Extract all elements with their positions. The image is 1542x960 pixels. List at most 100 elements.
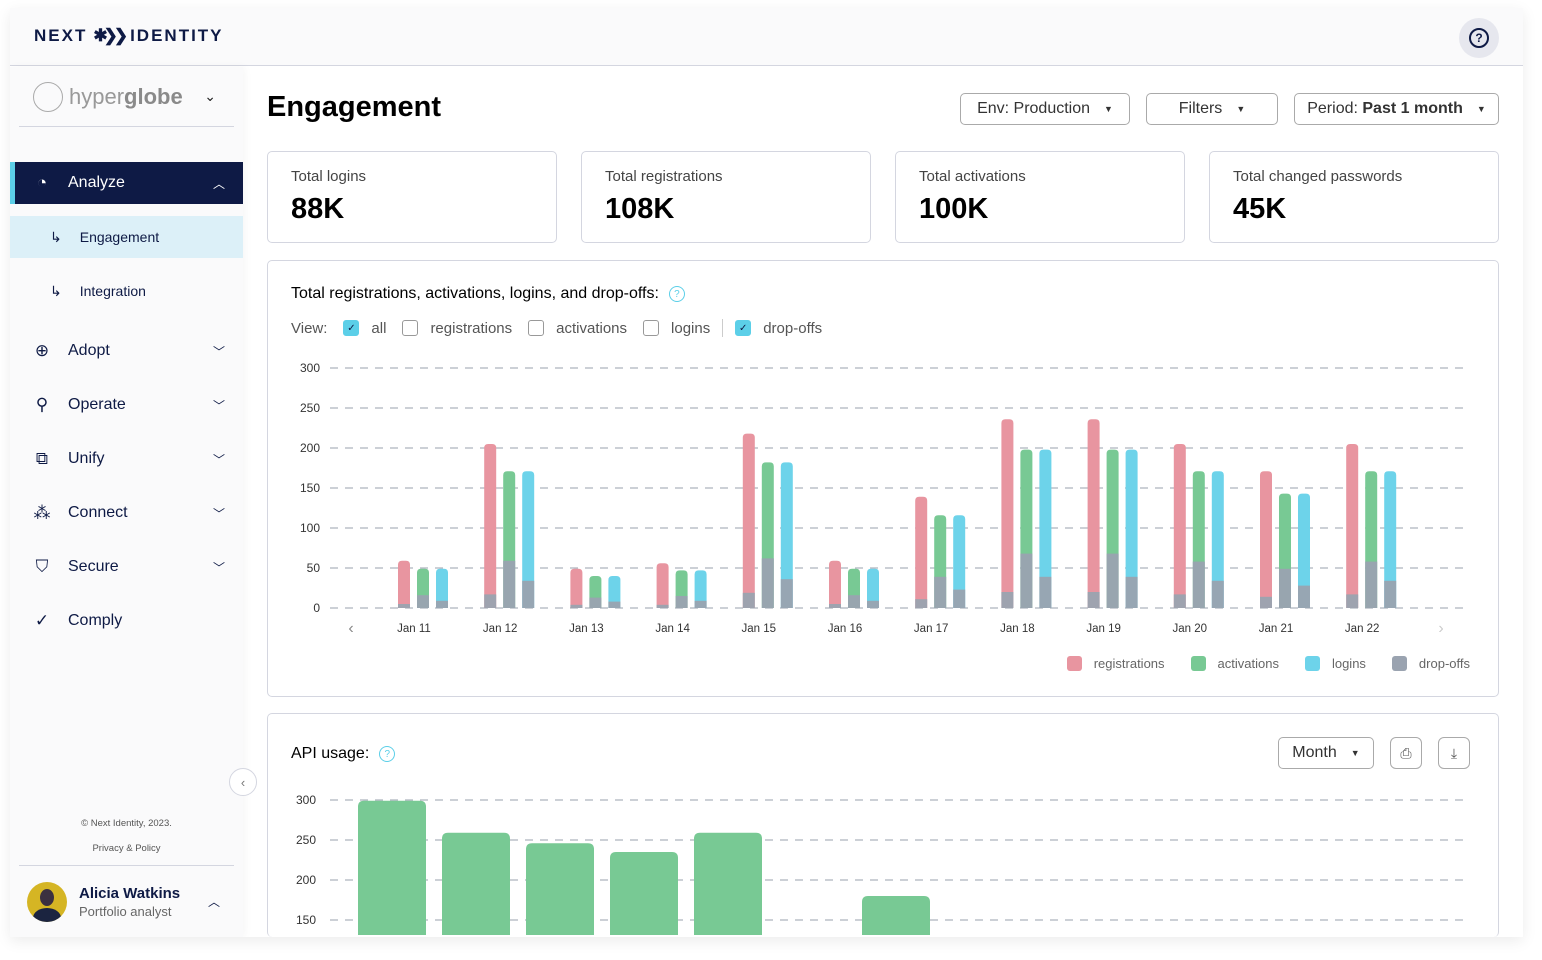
chevron-down-icon: ⌄ <box>204 88 216 104</box>
bar-drop-offs <box>608 601 621 608</box>
bar-drop-offs <box>1192 561 1205 608</box>
sidebar-subitem-engagement[interactable]: ↳ Engagement <box>10 216 243 258</box>
bar-registrations <box>656 563 669 608</box>
chevron-down-icon: ﹀ <box>212 506 225 521</box>
legend-logins[interactable]: logins <box>1304 656 1366 671</box>
stat-card-logins: Total logins 88K <box>267 151 557 243</box>
adopt-icon: ⊕ <box>34 341 50 360</box>
chart-legend: registrations activations logins drop-of… <box>1066 656 1470 671</box>
y-tick-label: 200 <box>296 873 316 887</box>
x-tick-label: Jan 14 <box>655 623 690 635</box>
bar-drop-offs <box>1384 580 1397 608</box>
y-tick-label: 300 <box>300 361 320 375</box>
y-tick-label: 250 <box>296 833 316 847</box>
chevron-right-icon: › <box>1438 620 1443 637</box>
help-button[interactable]: ? <box>1459 18 1499 58</box>
y-tick-label: 50 <box>307 561 321 575</box>
bar-drop-offs <box>417 595 429 608</box>
period-dropdown[interactable]: Period: Past 1 month ▼ <box>1294 93 1499 125</box>
sidebar-item-label: Analyze <box>68 174 125 191</box>
chevron-up-icon: ︿ <box>207 895 220 909</box>
bar-drop-offs <box>656 604 669 608</box>
bar-drop-offs <box>1020 553 1033 608</box>
chevron-down-icon: ﹀ <box>212 560 225 575</box>
engagement-chart-panel: Total registrations, activations, logins… <box>267 260 1499 697</box>
page-title: Engagement <box>267 91 442 123</box>
legend-activations[interactable]: activations <box>1190 656 1279 671</box>
tenant-selector[interactable]: hyperglobe ⌄ <box>19 67 234 127</box>
user-menu[interactable]: Alicia Watkins Portfolio analyst ︿ <box>19 865 234 937</box>
bar-drop-offs <box>953 589 966 608</box>
bar-drop-offs <box>1260 596 1272 608</box>
env-dropdown[interactable]: Env: Production ▼ <box>960 93 1130 125</box>
bar-drop-offs <box>398 604 410 608</box>
y-tick-label: 150 <box>296 913 316 927</box>
sidebar-item-connect[interactable]: ⁂ Connect ﹀ <box>10 486 243 540</box>
bar-drop-offs <box>484 594 497 608</box>
bar-registrations <box>829 560 841 608</box>
api-usage-panel: API usage:? Month ▼ ⎙ ⤓ 150 200 250 300 <box>267 713 1499 937</box>
bar-drop-offs <box>522 580 535 608</box>
sidebar-item-analyze[interactable]: ◔ Analyze ︿ <box>10 162 243 204</box>
sidebar-item-comply[interactable]: ✓ Comply <box>10 594 243 648</box>
y-tick-label: 250 <box>300 401 320 415</box>
tenant-name: hyperglobe <box>69 83 183 109</box>
y-tick-label: 300 <box>296 793 316 807</box>
api-usage-bar <box>358 800 426 935</box>
bar-drop-offs <box>934 576 947 608</box>
sidebar-subitem-integration[interactable]: ↳ Integration <box>10 270 243 312</box>
x-tick-label: Jan 21 <box>1259 623 1294 635</box>
stat-card-activations: Total activations 100K <box>895 151 1185 243</box>
user-name: Alicia Watkins <box>79 884 181 902</box>
filters-dropdown[interactable]: Filters ▼ <box>1146 93 1278 125</box>
caret-down-icon: ▼ <box>1104 104 1113 114</box>
sidebar-item-unify[interactable]: ⧉ Unify ﹀ <box>10 432 243 486</box>
bar-registrations <box>1001 419 1014 608</box>
x-tick-label: Jan 19 <box>1086 623 1121 635</box>
x-tick-label: Jan 16 <box>828 623 863 635</box>
bar-registrations <box>1087 419 1100 608</box>
stat-card-registrations: Total registrations 108K <box>581 151 871 243</box>
logo-mark-icon: ✱❯❯ <box>93 26 128 45</box>
sidebar-item-label: Operate <box>68 396 126 413</box>
chevron-down-icon: ﹀ <box>212 344 225 359</box>
next-identity-logo[interactable]: NEXT ✱❯❯ IDENTITY <box>34 26 224 46</box>
bar-drop-offs <box>1039 576 1052 608</box>
sidebar-item-label: Adopt <box>68 342 110 359</box>
shield-icon: ⛉ <box>35 557 49 576</box>
sidebar-item-adopt[interactable]: ⊕ Adopt ﹀ <box>10 324 243 378</box>
bar-drop-offs <box>1173 594 1186 608</box>
bar-registrations <box>484 444 497 608</box>
sidebar-item-secure[interactable]: ⛉ Secure ﹀ <box>10 540 243 594</box>
caret-down-icon: ▼ <box>1236 104 1246 114</box>
bar-drop-offs <box>1365 561 1378 608</box>
main-content: Engagement Env: Production ▼ Filters ▼ Per… <box>243 67 1523 937</box>
chevron-down-icon: ﹀ <box>212 452 225 467</box>
legend-drop-offs[interactable]: drop-offs <box>1391 656 1470 671</box>
y-tick-label: 200 <box>300 441 320 455</box>
stat-card-changed-passwords: Total changed passwords 45K <box>1209 151 1499 243</box>
x-tick-label: Jan 11 <box>397 623 431 635</box>
bar-drop-offs <box>1001 592 1014 608</box>
bar-drop-offs <box>589 597 602 608</box>
bar-drop-offs <box>1087 592 1100 608</box>
bar-registrations <box>1346 444 1359 608</box>
logo-text-left: NEXT <box>34 26 88 45</box>
sidebar-nav: ◔ Analyze ︿ ↳ Engagement ↳ Integration ⊕ Adop… <box>10 162 243 648</box>
legend-registrations[interactable]: registrations <box>1066 656 1165 671</box>
bar-drop-offs <box>436 600 448 608</box>
bar-drop-offs <box>694 600 707 608</box>
x-tick-label: Jan 18 <box>1000 623 1035 635</box>
privacy-link[interactable]: Privacy & Policy <box>10 843 243 854</box>
bar-drop-offs <box>1346 594 1359 608</box>
bar-drop-offs <box>829 604 841 608</box>
sidebar: hyperglobe ⌄ ◔ Analyze ︿ ↳ Engagement ↳ Inte… <box>10 67 243 937</box>
api-usage-bar <box>442 832 510 935</box>
check-circle-icon: ✓ <box>34 611 50 630</box>
logo-text-right: IDENTITY <box>130 26 224 45</box>
sliders-icon: ⚲ <box>35 395 49 414</box>
avatar <box>27 881 67 922</box>
sidebar-item-operate[interactable]: ⚲ Operate ﹀ <box>10 378 243 432</box>
sidebar-item-label: Secure <box>68 558 119 575</box>
caret-down-icon: ▼ <box>1476 104 1486 114</box>
